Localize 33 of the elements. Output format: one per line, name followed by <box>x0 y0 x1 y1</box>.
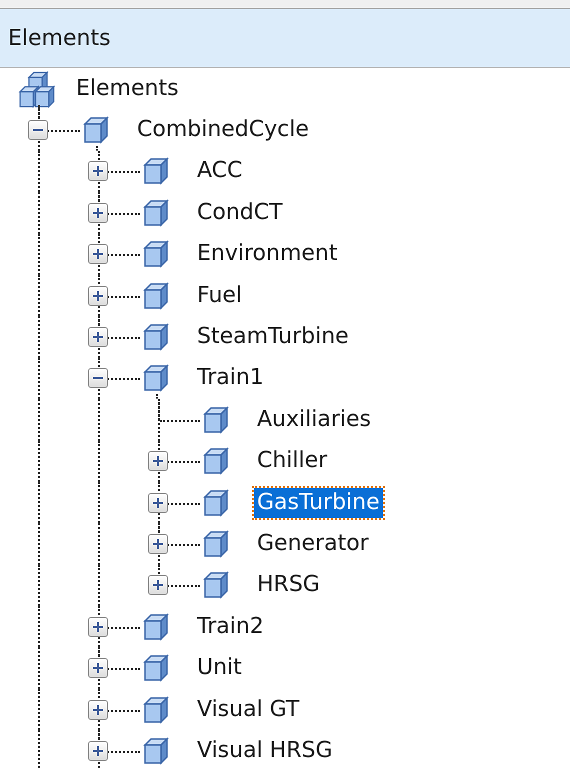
collapse-icon[interactable] <box>28 120 48 140</box>
tree-item[interactable]: Auxiliaries <box>257 404 371 435</box>
tree-item[interactable]: Environment <box>197 239 338 270</box>
tree-item[interactable]: SteamTurbine <box>197 322 349 352</box>
tree-item[interactable]: Chiller <box>257 446 328 476</box>
tree-item[interactable]: Visual HRSG <box>197 736 333 766</box>
tree-item[interactable]: HRSG <box>257 570 320 600</box>
tree-item[interactable]: ACC <box>197 156 242 186</box>
expand-icon[interactable] <box>88 244 108 264</box>
tree-item[interactable]: GasTurbine <box>254 488 383 518</box>
tree-item[interactable]: Train2 <box>197 612 264 642</box>
expand-icon[interactable] <box>88 740 108 761</box>
tree-item[interactable]: Unit <box>197 653 242 684</box>
expand-icon[interactable] <box>88 658 108 678</box>
expand-icon[interactable] <box>148 575 168 596</box>
expand-icon[interactable] <box>88 202 108 223</box>
expand-icon[interactable] <box>148 451 168 472</box>
expand-icon[interactable] <box>88 616 108 637</box>
expand-icon[interactable] <box>148 534 168 554</box>
expand-icon[interactable] <box>88 327 108 348</box>
expand-icon[interactable] <box>88 286 108 306</box>
expand-icon[interactable] <box>88 700 108 720</box>
tree-item[interactable]: Fuel <box>197 280 242 311</box>
panel-title: Elements <box>8 24 111 52</box>
tree-item[interactable]: Elements <box>76 74 179 104</box>
expand-icon[interactable] <box>88 161 108 182</box>
tree-item[interactable]: CombinedCycle <box>137 115 309 146</box>
expand-icon[interactable] <box>148 492 168 513</box>
collapse-icon[interactable] <box>88 368 108 388</box>
tree-item[interactable]: Visual GT <box>197 694 300 725</box>
tree-item[interactable]: Train1 <box>197 363 264 394</box>
tree-item[interactable]: Generator <box>257 528 369 559</box>
tree-item[interactable]: CondCT <box>197 198 283 228</box>
